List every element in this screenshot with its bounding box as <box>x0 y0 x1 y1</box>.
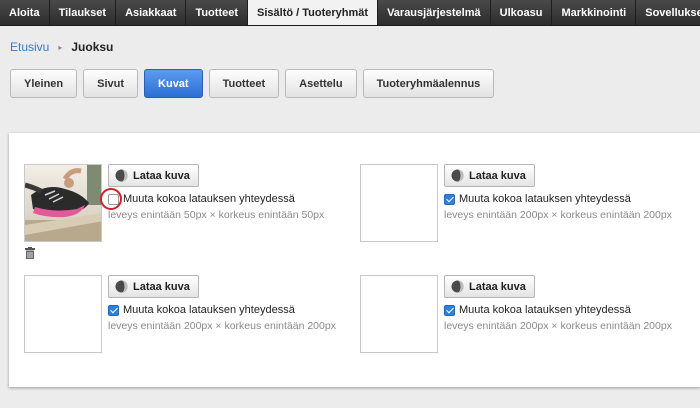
resize-option: Muuta kokoa latauksen yhteydessä <box>444 193 631 205</box>
nav-item-markkinointi[interactable]: Markkinointi <box>552 0 637 25</box>
nav-item-varausjarjestelma[interactable]: Varausjärjestelmä <box>378 0 491 25</box>
images-panel: Lataa kuva Muuta kokoa latauksen yhteyde… <box>9 133 700 387</box>
image-slot: Lataa kuva Muuta kokoa latauksen yhteyde… <box>24 164 354 264</box>
resize-label: Muuta kokoa latauksen yhteydessä <box>123 304 295 316</box>
shoe-photo <box>25 165 101 241</box>
breadcrumb-current: Juoksu <box>71 40 114 54</box>
resize-option: Muuta kokoa latauksen yhteydessä <box>108 304 295 316</box>
tab-yleinen[interactable]: Yleinen <box>10 69 78 98</box>
tab-tuotteet[interactable]: Tuotteet <box>208 69 280 98</box>
resize-checkbox[interactable] <box>108 304 119 316</box>
image-thumbnail-empty <box>360 164 438 242</box>
upload-button-label: Lataa kuva <box>133 280 190 293</box>
resize-option: Muuta kokoa latauksen yhteydessä <box>108 193 295 205</box>
upload-button-label: Lataa kuva <box>469 280 526 293</box>
size-hint: leveys enintään 200px × korkeus enintään… <box>444 209 672 221</box>
resize-checkbox[interactable] <box>444 304 455 316</box>
resize-label: Muuta kokoa latauksen yhteydessä <box>123 193 295 205</box>
resize-checkbox[interactable] <box>444 193 455 205</box>
image-thumbnail-empty <box>360 275 438 353</box>
image-thumbnail-empty <box>24 275 102 353</box>
tab-tuoteryhmaalennus[interactable]: Tuoteryhmäalennus <box>362 69 495 98</box>
upload-globe-icon <box>451 280 464 293</box>
tab-asettelu[interactable]: Asettelu <box>285 69 357 98</box>
breadcrumb-arrow-icon: ▸ <box>58 42 63 52</box>
resize-label: Muuta kokoa latauksen yhteydessä <box>459 193 631 205</box>
upload-globe-icon <box>451 169 464 182</box>
nav-item-tilaukset[interactable]: Tilaukset <box>50 0 117 25</box>
upload-image-button[interactable]: Lataa kuva <box>444 275 535 298</box>
upload-globe-icon <box>115 280 128 293</box>
breadcrumb-home-link[interactable]: Etusivu <box>10 40 49 54</box>
tab-bar: Yleinen Sivut Kuvat Tuotteet Asettelu Tu… <box>10 69 495 98</box>
breadcrumb: Etusivu ▸ Juoksu <box>10 40 113 54</box>
tab-kuvat[interactable]: Kuvat <box>144 69 203 98</box>
nav-item-tuotteet[interactable]: Tuotteet <box>186 0 249 25</box>
image-slot: Lataa kuva Muuta kokoa latauksen yhteyde… <box>360 164 690 264</box>
resize-checkbox[interactable] <box>108 193 119 205</box>
nav-item-ulkoasu[interactable]: Ulkoasu <box>491 0 553 25</box>
nav-item-asiakkaat[interactable]: Asiakkaat <box>116 0 187 25</box>
size-hint: leveys enintään 200px × korkeus enintään… <box>108 320 336 332</box>
nav-item-sisalto[interactable]: Sisältö / Tuoteryhmät <box>248 0 379 25</box>
upload-image-button[interactable]: Lataa kuva <box>108 275 199 298</box>
upload-image-button[interactable]: Lataa kuva <box>444 164 535 187</box>
upload-button-label: Lataa kuva <box>133 169 190 182</box>
resize-option: Muuta kokoa latauksen yhteydessä <box>444 304 631 316</box>
nav-item-sovellukset[interactable]: Sovellukset ja teemat <box>636 0 700 25</box>
main-navigation: Aloita Tilaukset Asiakkaat Tuotteet Sisä… <box>0 0 700 26</box>
tab-sivut[interactable]: Sivut <box>83 69 139 98</box>
image-thumbnail <box>24 164 102 242</box>
nav-item-aloita[interactable]: Aloita <box>0 0 50 25</box>
size-hint: leveys enintään 200px × korkeus enintään… <box>444 320 672 332</box>
upload-globe-icon <box>115 169 128 182</box>
size-hint: leveys enintään 50px × korkeus enintään … <box>108 209 325 221</box>
image-slot: Lataa kuva Muuta kokoa latauksen yhteyde… <box>24 275 354 375</box>
image-slot: Lataa kuva Muuta kokoa latauksen yhteyde… <box>360 275 690 375</box>
resize-label: Muuta kokoa latauksen yhteydessä <box>459 304 631 316</box>
upload-button-label: Lataa kuva <box>469 169 526 182</box>
upload-image-button[interactable]: Lataa kuva <box>108 164 199 187</box>
trash-icon[interactable] <box>25 247 35 259</box>
